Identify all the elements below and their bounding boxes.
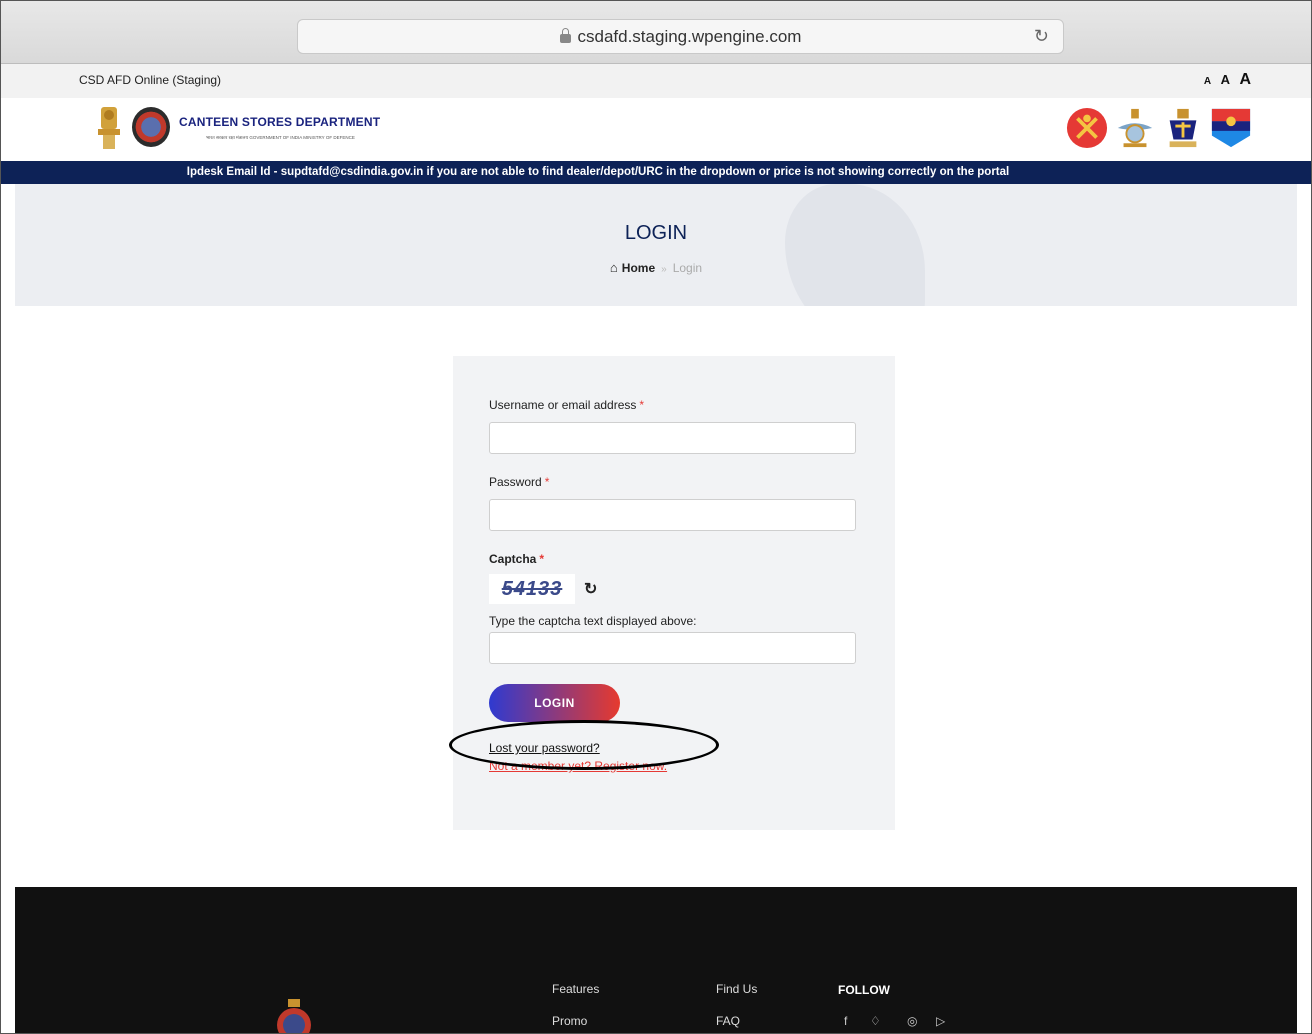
site-header: CANTEEN STORES DEPARTMENT भारत सरकार रक्… <box>1 98 1311 161</box>
instagram-icon[interactable]: ◎ <box>907 1014 917 1028</box>
follow-heading: FOLLOW <box>838 983 890 997</box>
captcha-hint: Type the captcha text displayed above: <box>489 614 697 628</box>
lock-icon <box>559 28 571 43</box>
captcha-image: 54133 <box>489 574 575 604</box>
army-emblem-icon <box>1066 107 1108 149</box>
username-input[interactable] <box>489 422 856 454</box>
reload-icon[interactable]: ↻ <box>1034 26 1049 47</box>
twitter-icon[interactable]: ♢ <box>870 1014 881 1028</box>
dept-subtitle: भारत सरकार रक्षा मंत्रालय GOVERNMENT OF … <box>206 135 355 140</box>
required-mark: * <box>639 398 645 412</box>
footer-link-features[interactable]: Features <box>552 982 599 996</box>
footer-link-promo[interactable]: Promo <box>552 1014 587 1028</box>
font-large-button[interactable]: A <box>1239 71 1251 88</box>
captcha-label: Captcha * <box>489 552 545 566</box>
password-label: Password * <box>489 475 550 489</box>
username-label: Username or email address * <box>489 398 645 412</box>
site-footer: Features Promo Find Us FAQ FOLLOW f ♢ ◎ … <box>15 887 1297 1034</box>
csd-logo-icon[interactable] <box>132 107 170 147</box>
footer-csd-logo-icon[interactable] <box>273 999 315 1034</box>
youtube-icon[interactable]: ▷ <box>936 1014 945 1028</box>
browser-toolbar: csdafd.staging.wpengine.com ↻ <box>1 1 1311 64</box>
font-medium-button[interactable]: A <box>1221 72 1230 87</box>
facebook-icon[interactable]: f <box>844 1014 847 1028</box>
airforce-emblem-icon <box>1117 108 1153 148</box>
helpdesk-banner: Ipdesk Email Id - supdtafd@csdindia.gov.… <box>1 161 1311 184</box>
breadcrumb: ⌂ Home » Login <box>15 260 1297 275</box>
address-bar[interactable]: csdafd.staging.wpengine.com ↻ <box>297 19 1064 54</box>
font-small-button[interactable]: A <box>1204 76 1211 87</box>
defence-flag-icon <box>1211 108 1251 148</box>
font-size-controls: A A A <box>1199 71 1251 89</box>
captcha-input[interactable] <box>489 632 856 664</box>
site-name: CSD AFD Online (Staging) <box>79 73 222 87</box>
breadcrumb-separator: » <box>661 264 667 275</box>
dept-title: CANTEEN STORES DEPARTMENT <box>179 115 381 129</box>
required-mark: * <box>539 552 545 566</box>
footer-link-find-us[interactable]: Find Us <box>716 982 757 996</box>
breadcrumb-home-link[interactable]: Home <box>622 261 655 275</box>
helpdesk-text: Ipdesk Email Id - supdtafd@csdindia.gov.… <box>186 166 1010 178</box>
password-input[interactable] <box>489 499 856 531</box>
footer-link-faq[interactable]: FAQ <box>716 1014 740 1028</box>
highlight-ellipse <box>449 720 719 770</box>
national-emblem-icon <box>98 107 120 149</box>
page-title: LOGIN <box>624 222 688 244</box>
navy-emblem-icon <box>1169 108 1197 148</box>
url-text: csdafd.staging.wpengine.com <box>577 26 802 46</box>
login-button[interactable]: LOGIN <box>489 684 620 722</box>
home-icon[interactable]: ⌂ <box>610 260 618 275</box>
breadcrumb-current: Login <box>672 261 703 275</box>
top-strip: CSD AFD Online (Staging) A A A <box>1 64 1311 98</box>
forces-logos <box>1066 106 1252 150</box>
required-mark: * <box>544 475 550 489</box>
page-hero: LOGIN ⌂ Home » Login <box>15 184 1297 306</box>
browser-window: csdafd.staging.wpengine.com ↻ CSD AFD On… <box>0 0 1312 1034</box>
captcha-refresh-icon[interactable]: ↻ <box>584 579 597 599</box>
hero-background-shape <box>785 184 925 306</box>
